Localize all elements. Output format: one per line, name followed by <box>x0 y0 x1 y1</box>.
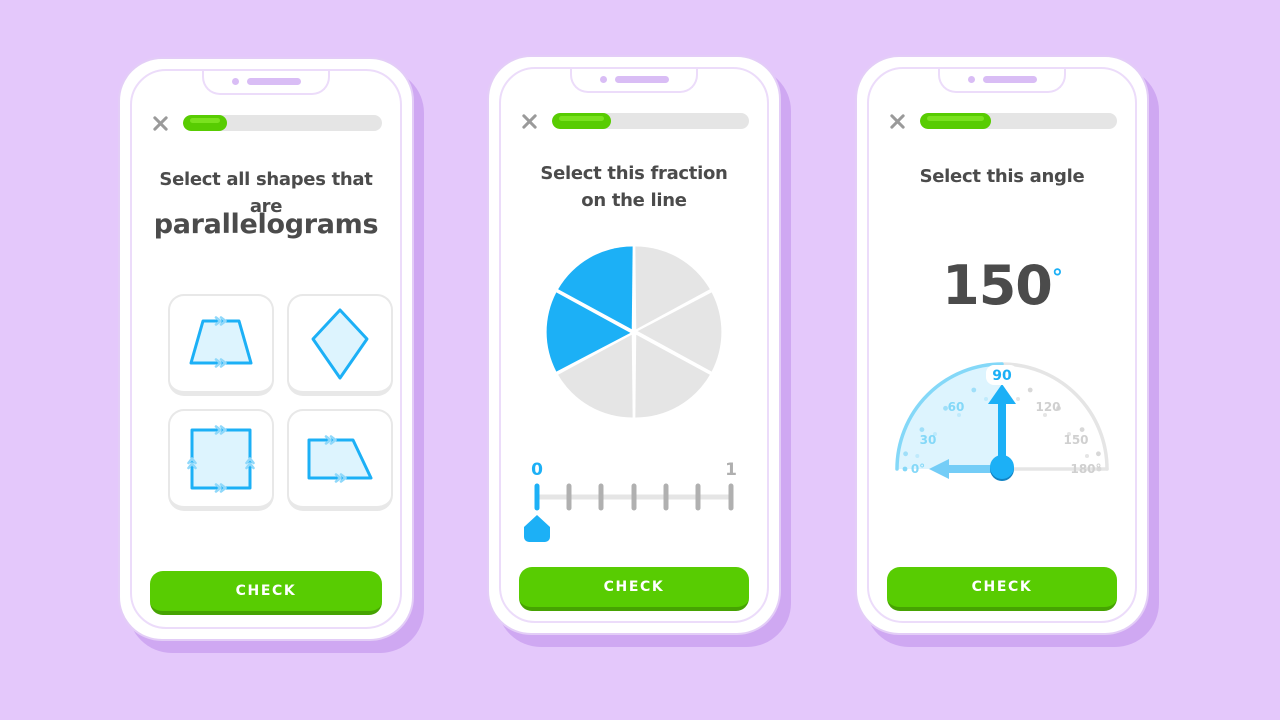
prompt-line-2: parallelograms <box>153 209 379 240</box>
lesson-topbar <box>519 111 749 131</box>
trapezoid-right-icon <box>307 434 372 483</box>
pie-icon <box>546 246 722 418</box>
progress-bar-fill <box>552 113 612 129</box>
degree-symbol-icon: ° <box>1051 266 1063 291</box>
phone-frame-fraction: Select this fraction on the line 0 1 CHE… <box>487 55 781 635</box>
check-button[interactable]: CHECK <box>519 567 749 611</box>
close-x-icon[interactable] <box>887 111 907 131</box>
fraction-pie-chart <box>501 242 767 422</box>
phone-frame-angle: Select this angle 150° 0° 30 60 120 150 … <box>855 55 1149 635</box>
progress-bar-track <box>920 113 1117 129</box>
shape-option-trapezoid-isosceles[interactable] <box>167 294 274 396</box>
phone-frame-shapes: Select all shapes that are parallelogram… <box>118 57 414 641</box>
protractor-pivot-knob <box>990 455 1014 479</box>
speaker-bar-icon <box>982 75 1037 83</box>
close-x-icon[interactable] <box>150 113 170 133</box>
speaker-bar-icon <box>246 77 301 85</box>
progress-bar-fill <box>920 113 991 129</box>
phone-screen-shapes: Select all shapes that are parallelogram… <box>130 69 402 629</box>
prompt-line-1: Select this fraction <box>540 163 728 184</box>
lesson-topbar <box>887 111 1117 131</box>
lesson-topbar <box>150 113 382 133</box>
phone-screen-fraction: Select this fraction on the line 0 1 CHE… <box>499 67 769 623</box>
speaker-bar-icon <box>614 75 669 83</box>
shape-options-grid <box>160 294 400 511</box>
protractor-label-120: 120 <box>1035 400 1060 414</box>
phone-screen-angle: Select this angle 150° 0° 30 60 120 150 … <box>867 67 1137 623</box>
numberline-start-label: 0 <box>531 460 543 480</box>
check-button[interactable]: CHECK <box>887 567 1117 611</box>
screenshot-stage: Select all shapes that are parallelogram… <box>0 0 1280 720</box>
camera-dot-icon <box>599 75 607 83</box>
trapezoid-isosceles-icon <box>189 315 252 368</box>
numberline-end-label: 1 <box>725 460 737 480</box>
camera-dot-icon <box>231 77 239 85</box>
phone-notch <box>202 71 330 95</box>
fraction-number-line[interactable]: 0 1 <box>501 457 767 547</box>
angle-target-value: 150° <box>869 254 1135 317</box>
protractor-label-150: 150 <box>1063 433 1088 447</box>
phone-notch <box>570 69 698 93</box>
progress-bar-fill <box>183 115 227 131</box>
protractor-widget[interactable]: 0° 30 60 120 150 180° 90 <box>869 351 1135 481</box>
progress-bar-track <box>183 115 382 131</box>
number-line-icon: 0 1 <box>524 460 737 542</box>
shape-option-square[interactable] <box>167 409 274 511</box>
prompt-line-2: on the line <box>581 190 687 211</box>
prompt-line-1: Select this angle <box>919 166 1085 187</box>
protractor-label-30: 30 <box>920 433 937 447</box>
check-button[interactable]: CHECK <box>150 571 382 615</box>
protractor-label-60: 60 <box>948 400 965 414</box>
protractor-label-180: 180° <box>1070 462 1101 476</box>
square-icon <box>186 424 255 493</box>
camera-dot-icon <box>967 75 975 83</box>
shape-option-trapezoid-right[interactable] <box>286 409 393 511</box>
shape-option-kite[interactable] <box>286 294 393 396</box>
numberline-marker-handle <box>524 515 550 542</box>
protractor-active-label: 90 <box>992 368 1012 384</box>
kite-icon <box>311 308 368 379</box>
close-x-icon[interactable] <box>519 111 539 131</box>
phone-notch <box>938 69 1066 93</box>
protractor-label-0: 0° <box>911 462 925 476</box>
angle-number: 150 <box>942 254 1053 317</box>
protractor-icon: 0° 30 60 120 150 180° 90 <box>895 362 1109 481</box>
progress-bar-track <box>552 113 749 129</box>
